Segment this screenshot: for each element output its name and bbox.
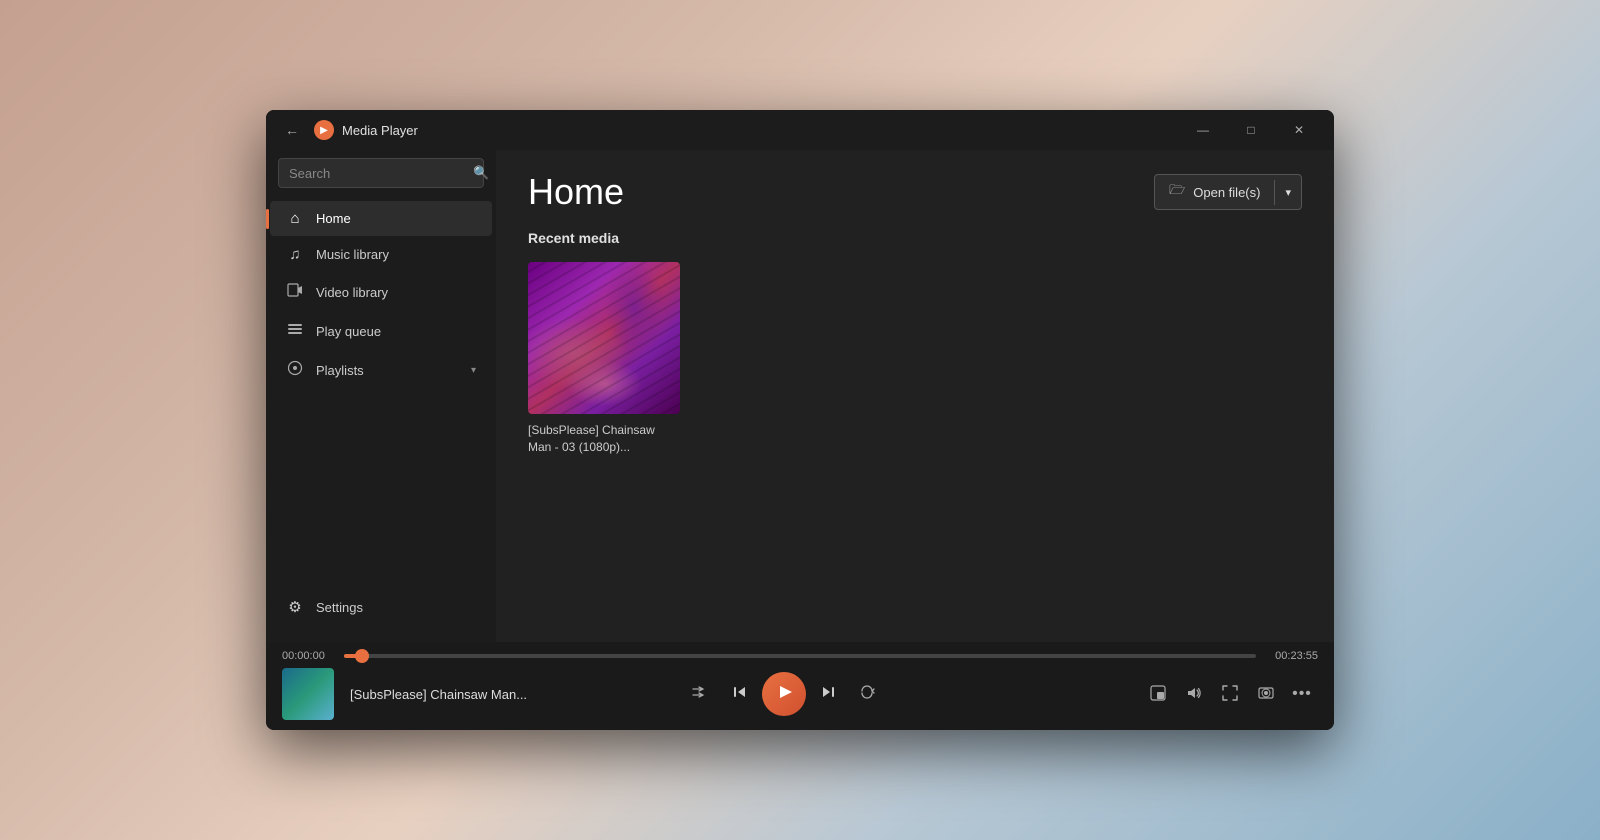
music-icon: ♫ <box>286 246 304 263</box>
app-logo-icon: ▶ <box>320 125 328 136</box>
progress-track[interactable] <box>344 654 1256 658</box>
sidebar-item-label: Home <box>316 211 351 226</box>
progress-thumb[interactable] <box>355 649 369 663</box>
previous-button[interactable] <box>722 676 758 712</box>
sidebar-item-home[interactable]: ⌂ Home <box>270 201 492 236</box>
media-thumbnail <box>528 262 680 414</box>
settings-icon: ⚙ <box>286 598 304 616</box>
cast-button[interactable] <box>1250 678 1282 710</box>
repeat-icon <box>859 683 877 706</box>
media-grid: [SubsPlease] Chainsaw Man - 03 (1080p)..… <box>528 262 1302 456</box>
volume-button[interactable] <box>1178 678 1210 710</box>
current-time: 00:00:00 <box>282 650 332 662</box>
more-options-button[interactable]: ••• <box>1286 678 1318 710</box>
sidebar-item-label: Play queue <box>316 324 381 339</box>
search-icon: 🔍 <box>473 165 489 181</box>
playlists-icon <box>286 360 304 380</box>
sidebar-item-video-library[interactable]: Video library <box>270 273 492 311</box>
main-area: 🔍 ⌂ Home ♫ Music library <box>266 150 1334 642</box>
fullscreen-button[interactable] <box>1214 678 1246 710</box>
previous-icon <box>731 683 749 706</box>
search-input[interactable] <box>289 166 465 181</box>
queue-icon <box>286 321 304 341</box>
volume-icon <box>1186 685 1202 704</box>
miniplayer-icon <box>1150 685 1166 704</box>
home-icon: ⌂ <box>286 210 304 227</box>
back-icon: ← <box>285 122 299 138</box>
controls-right: ••• <box>1142 678 1318 710</box>
play-icon <box>774 682 794 707</box>
back-button[interactable]: ← <box>278 116 306 144</box>
title-bar: ← ▶ Media Player — □ ✕ <box>266 110 1334 150</box>
repeat-button[interactable] <box>850 676 886 712</box>
maximize-button[interactable]: □ <box>1228 114 1274 146</box>
chevron-down-icon: ▾ <box>471 365 476 376</box>
now-playing-title: [SubsPlease] Chainsaw Man... <box>350 687 550 702</box>
open-files-label: Open file(s) <box>1193 185 1260 200</box>
nav-items: ⌂ Home ♫ Music library Video <box>266 200 496 390</box>
play-pause-button[interactable] <box>762 672 806 716</box>
search-box[interactable]: 🔍 <box>278 158 484 188</box>
title-bar-left: ← ▶ Media Player <box>278 116 418 144</box>
now-playing-thumbnail <box>282 668 334 720</box>
progress-section: 00:00:00 00:23:55 <box>266 642 1334 662</box>
next-button[interactable] <box>810 676 846 712</box>
miniplayer-button[interactable] <box>1142 678 1174 710</box>
app-title: Media Player <box>342 123 418 138</box>
sidebar-item-music-library[interactable]: ♫ Music library <box>270 237 492 272</box>
page-title: Home <box>528 174 624 210</box>
shuffle-button[interactable] <box>682 676 718 712</box>
media-label: [SubsPlease] Chainsaw Man - 03 (1080p)..… <box>528 422 680 456</box>
fullscreen-icon <box>1222 685 1238 704</box>
playback-bar: 00:00:00 00:23:55 [SubsPlease] Chainsaw … <box>266 642 1334 730</box>
folder-icon: 🗁 <box>1169 181 1185 203</box>
open-files-dropdown-button[interactable]: ▾ <box>1274 180 1301 205</box>
open-files-button[interactable]: 🗁 Open file(s) <box>1155 175 1274 209</box>
playback-controls <box>682 672 886 716</box>
minimize-button[interactable]: — <box>1180 114 1226 146</box>
cast-icon <box>1258 685 1274 704</box>
sidebar-item-playlists[interactable]: Playlists ▾ <box>270 351 492 389</box>
total-time: 00:23:55 <box>1268 650 1318 662</box>
window-controls: — □ ✕ <box>1180 114 1322 146</box>
recent-media-section-title: Recent media <box>528 230 1302 246</box>
settings-label: Settings <box>316 600 363 615</box>
sidebar-item-settings[interactable]: ⚙ Settings <box>270 589 492 625</box>
sidebar-item-label: Video library <box>316 285 388 300</box>
sidebar-item-label: Playlists <box>316 363 364 378</box>
open-files-button-group: 🗁 Open file(s) ▾ <box>1154 174 1302 210</box>
app-window: ← ▶ Media Player — □ ✕ 🔍 ⌂ Home <box>266 110 1334 730</box>
video-icon <box>286 282 304 302</box>
sidebar-bottom: ⚙ Settings <box>266 588 496 634</box>
media-thumb-image <box>528 262 680 414</box>
sidebar-item-label: Music library <box>316 247 389 262</box>
content-area: Home 🗁 Open file(s) ▾ Recent media <box>496 150 1334 642</box>
close-button[interactable]: ✕ <box>1276 114 1322 146</box>
content-header: Home 🗁 Open file(s) ▾ <box>528 174 1302 210</box>
media-item[interactable]: [SubsPlease] Chainsaw Man - 03 (1080p)..… <box>528 262 680 456</box>
controls-row: [SubsPlease] Chainsaw Man... <box>266 662 1334 730</box>
next-icon <box>819 683 837 706</box>
sidebar: 🔍 ⌂ Home ♫ Music library <box>266 150 496 642</box>
now-playing-thumb-image <box>282 668 334 720</box>
chevron-down-icon: ▾ <box>1285 186 1291 199</box>
shuffle-icon <box>691 683 709 706</box>
more-icon: ••• <box>1292 685 1312 703</box>
sidebar-item-play-queue[interactable]: Play queue <box>270 312 492 350</box>
app-logo: ▶ <box>314 120 334 140</box>
